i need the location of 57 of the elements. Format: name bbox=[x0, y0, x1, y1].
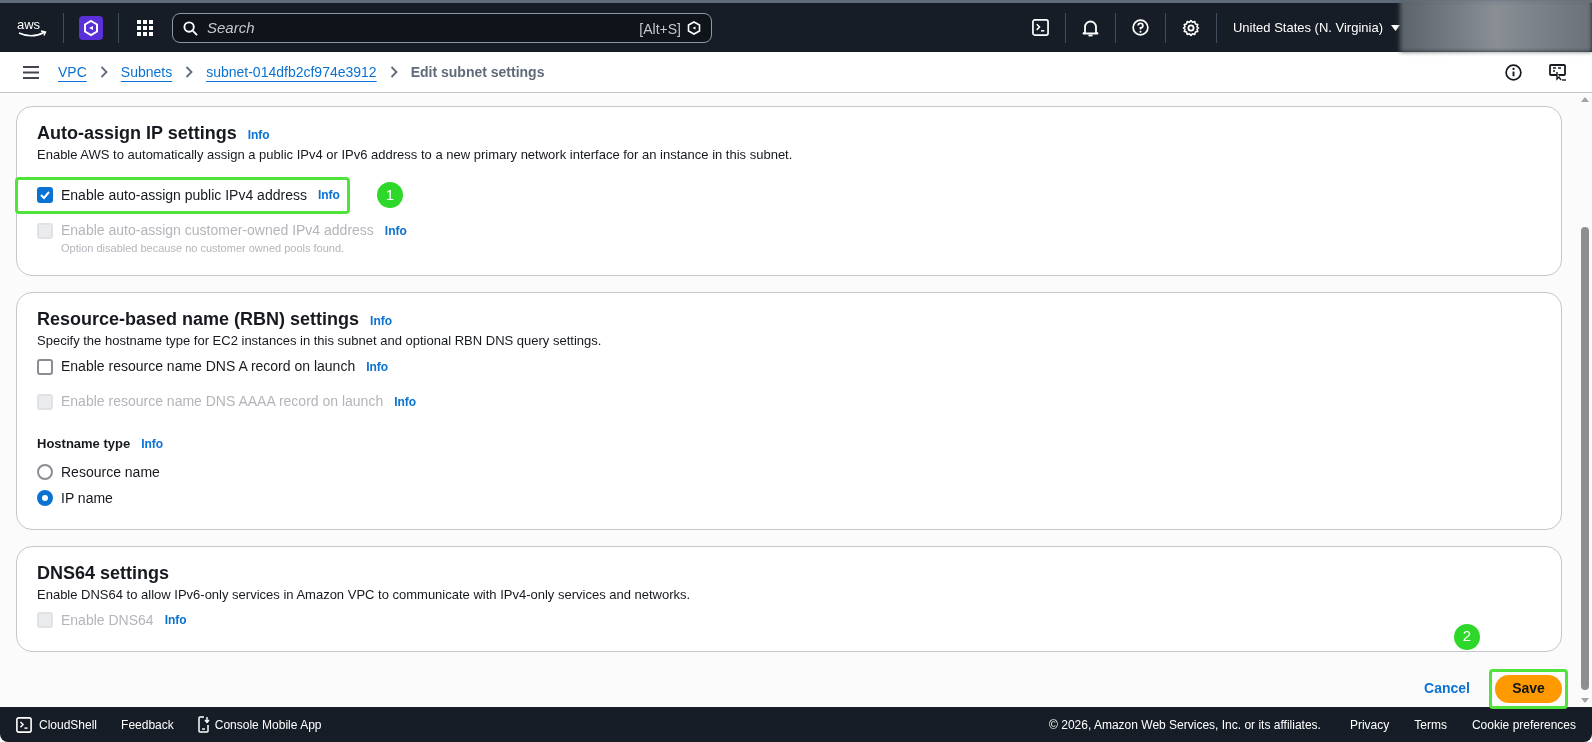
copyright-text: © 2026, Amazon Web Services, Inc. or its affiliates. bbox=[1049, 716, 1321, 734]
info-link[interactable]: Info bbox=[247, 126, 270, 144]
checkbox-label: Enable DNS64 bbox=[61, 610, 154, 630]
chevron-right-icon bbox=[99, 66, 108, 78]
checkbox-label: Enable auto-assign customer-owned IPv4 address bbox=[61, 221, 374, 240]
chevron-right-icon bbox=[389, 66, 398, 78]
section-description: Enable AWS to automatically assign a public IPv4 or IPv6 address to a new primary network interface for an instance in this subnet. bbox=[37, 146, 794, 164]
region-selector[interactable]: United States (N. Virginia) bbox=[1232, 17, 1400, 38]
screen-pointer-icon[interactable] bbox=[1549, 63, 1567, 81]
phone-download-icon bbox=[197, 716, 210, 733]
chevron-right-icon bbox=[185, 66, 194, 78]
caret-icon bbox=[1391, 24, 1400, 31]
breadcrumb-link[interactable]: Subnets bbox=[120, 61, 173, 83]
footer-link[interactable]: Cookie preferences bbox=[1471, 715, 1576, 734]
settings-icon[interactable] bbox=[1181, 18, 1200, 37]
section-title: Resource-based name (RBN) settings bbox=[37, 308, 360, 331]
breadcrumb-link[interactable]: subnet-014dfb2cf974e3912 bbox=[206, 61, 377, 83]
footer-link[interactable]: Console Mobile App bbox=[197, 715, 322, 734]
footer-link[interactable]: Privacy bbox=[1349, 715, 1390, 734]
terminal-icon bbox=[16, 716, 32, 733]
checkbox-label[interactable]: Enable resource name DNS A record on launch bbox=[61, 356, 356, 377]
save-button[interactable]: Save bbox=[1495, 674, 1562, 703]
field-label: Hostname type bbox=[37, 435, 131, 453]
apps-grid-icon[interactable] bbox=[137, 19, 153, 36]
bell-icon[interactable] bbox=[1081, 18, 1099, 37]
info-link[interactable]: Info bbox=[370, 312, 393, 330]
radio-label[interactable]: Resource name bbox=[61, 461, 160, 483]
terminal-icon[interactable] bbox=[1031, 19, 1049, 36]
checkbox[interactable] bbox=[37, 187, 53, 203]
section-description: Enable DNS64 to allow IPv6-only services in Amazon VPC to communicate with IPv4-only services and networks. bbox=[37, 585, 692, 604]
checkbox-label: Enable resource name DNS AAAA record on launch bbox=[61, 392, 384, 411]
footer-link[interactable]: Terms bbox=[1414, 715, 1447, 734]
section-title: Auto-assign IP settings bbox=[37, 122, 237, 145]
section-description: Specify the hostname type for EC2 instances in this subnet and optional RBN DNS query settings. bbox=[37, 332, 603, 350]
option-hint: Option disabled because no customer owned pools found. bbox=[61, 241, 346, 255]
radio-button[interactable] bbox=[37, 490, 53, 506]
breadcrumb-current: Edit subnet settings bbox=[410, 62, 545, 82]
shortcut-hint: [Alt+S] bbox=[639, 19, 681, 39]
cancel-link[interactable]: Cancel bbox=[1424, 678, 1470, 699]
section-title: DNS64 settings bbox=[37, 561, 170, 585]
help-icon[interactable] bbox=[1131, 19, 1149, 36]
radio-label[interactable]: IP name bbox=[61, 487, 113, 509]
info-link[interactable]: Info bbox=[317, 186, 340, 204]
menu-icon[interactable] bbox=[23, 65, 39, 79]
footer-link[interactable]: CloudShell bbox=[16, 715, 98, 734]
breadcrumb-link[interactable]: VPC bbox=[58, 61, 87, 83]
hexagon-icon bbox=[687, 20, 701, 35]
step-badge: 1 bbox=[376, 182, 403, 208]
checkbox[interactable] bbox=[37, 358, 53, 375]
aws-logo[interactable]: aws bbox=[16, 16, 48, 39]
info-link[interactable]: Info bbox=[366, 357, 389, 376]
info-link[interactable]: Info bbox=[141, 435, 164, 453]
radio-button[interactable] bbox=[37, 464, 53, 480]
checkbox-label[interactable]: Enable auto-assign public IPv4 address bbox=[61, 184, 307, 206]
footer-link[interactable]: Feedback bbox=[121, 715, 174, 734]
search-icon bbox=[183, 20, 198, 36]
info-icon[interactable] bbox=[1505, 63, 1522, 81]
